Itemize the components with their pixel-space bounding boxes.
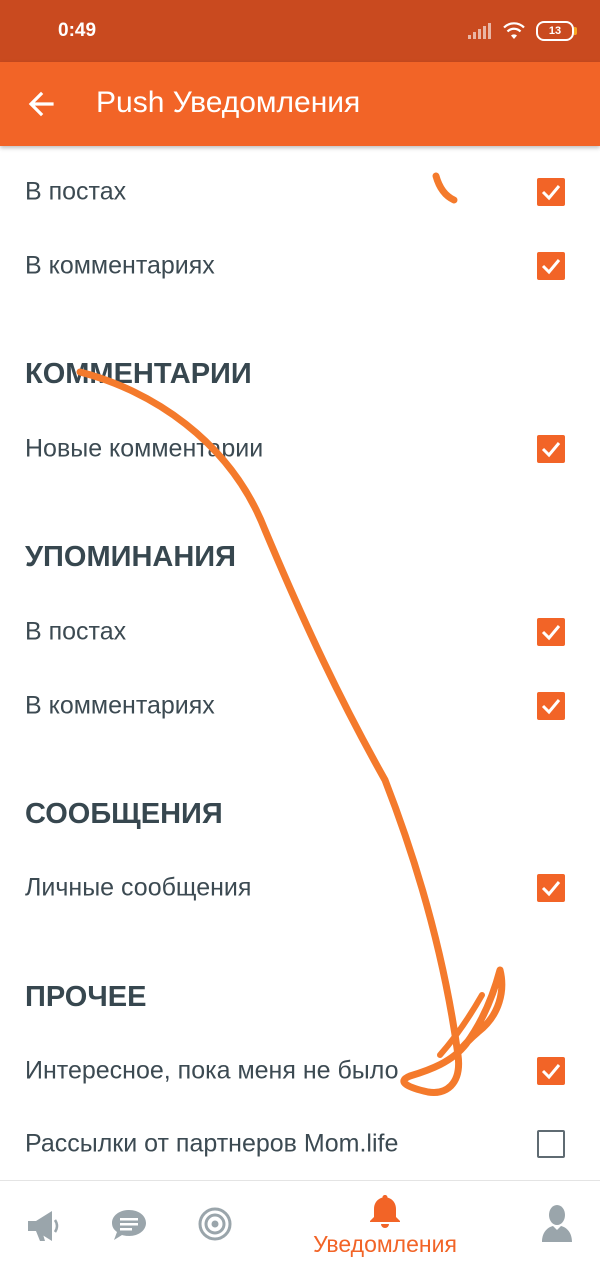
section-header-other: ПРОЧЕЕ: [25, 981, 147, 1013]
profile-icon: [542, 1205, 572, 1242]
section-header-mentions: УПОМИНАНИЯ: [25, 541, 236, 573]
settings-list: В постах В комментариях КОММЕНТАРИИ Новы…: [0, 146, 600, 1180]
nav-label-notifications: Уведомления: [313, 1231, 457, 1257]
status-time: 0:49: [58, 20, 97, 41]
target-icon: [198, 1207, 232, 1241]
setting-label: В постах: [25, 177, 127, 206]
bottom-navigation: Уведомления: [0, 1180, 600, 1267]
checkbox-comments[interactable]: [537, 252, 565, 280]
signal-icon: [468, 23, 491, 39]
checkbox-interesting[interactable]: [537, 1057, 565, 1085]
checkbox-mentions-posts[interactable]: [537, 618, 565, 646]
setting-label: Интересное, пока меня не было: [25, 1056, 399, 1085]
arrow-left-icon: [28, 91, 54, 117]
nav-item-feed[interactable]: [0, 1181, 86, 1267]
setting-row-interesting[interactable]: Интересное, пока меня не было: [0, 1034, 600, 1108]
checkmark-icon: [541, 881, 561, 897]
setting-label: В комментариях: [25, 691, 215, 720]
checkbox-posts[interactable]: [537, 178, 565, 206]
setting-row-mentions-comments[interactable]: В комментариях: [0, 669, 600, 743]
setting-label: Личные сообщения: [25, 873, 252, 902]
setting-row-mentions-posts[interactable]: В постах: [0, 595, 600, 669]
setting-label: Рассылки от партнеров Mom.life: [25, 1129, 399, 1158]
setting-row-private-messages[interactable]: Личные сообщения: [0, 851, 600, 925]
back-button[interactable]: [20, 84, 64, 124]
chat-bubble-icon: [112, 1210, 146, 1240]
setting-row-partner-mailings[interactable]: Рассылки от партнеров Mom.life: [0, 1107, 600, 1181]
setting-row-posts[interactable]: В постах: [0, 155, 600, 229]
checkmark-icon: [541, 185, 561, 201]
checkmark-icon: [541, 259, 561, 275]
wifi-icon: [503, 22, 525, 39]
setting-row-comments[interactable]: В комментариях: [0, 229, 600, 303]
status-icons: 13: [468, 18, 577, 44]
section-header-messages: СООБЩЕНИЯ: [25, 798, 223, 830]
checkmark-icon: [541, 442, 561, 458]
setting-label: В постах: [25, 617, 127, 646]
nav-item-chats[interactable]: [86, 1181, 172, 1267]
checkbox-new-comments[interactable]: [537, 435, 565, 463]
setting-label: В комментариях: [25, 251, 215, 280]
checkmark-icon: [541, 1064, 561, 1080]
bell-icon: [370, 1195, 400, 1228]
app-bar: Push Уведомления: [0, 62, 600, 146]
megaphone-icon: [28, 1211, 59, 1241]
checkbox-mentions-comments[interactable]: [537, 692, 565, 720]
checkmark-icon: [541, 625, 561, 641]
page-title: Push Уведомления: [96, 86, 361, 119]
nav-item-profile[interactable]: [514, 1181, 600, 1267]
checkmark-icon: [541, 699, 561, 715]
nav-item-target[interactable]: [172, 1181, 258, 1267]
setting-row-new-comments[interactable]: Новые комментарии: [0, 412, 600, 486]
battery-icon: 13: [536, 21, 577, 41]
section-header-comments: КОММЕНТАРИИ: [25, 358, 252, 390]
setting-label: Новые комментарии: [25, 434, 264, 463]
checkbox-partner-mailings[interactable]: [537, 1130, 565, 1158]
checkbox-private-messages[interactable]: [537, 874, 565, 902]
status-bar: 0:49 13: [0, 0, 600, 62]
nav-item-notifications[interactable]: Уведомления: [290, 1181, 480, 1267]
